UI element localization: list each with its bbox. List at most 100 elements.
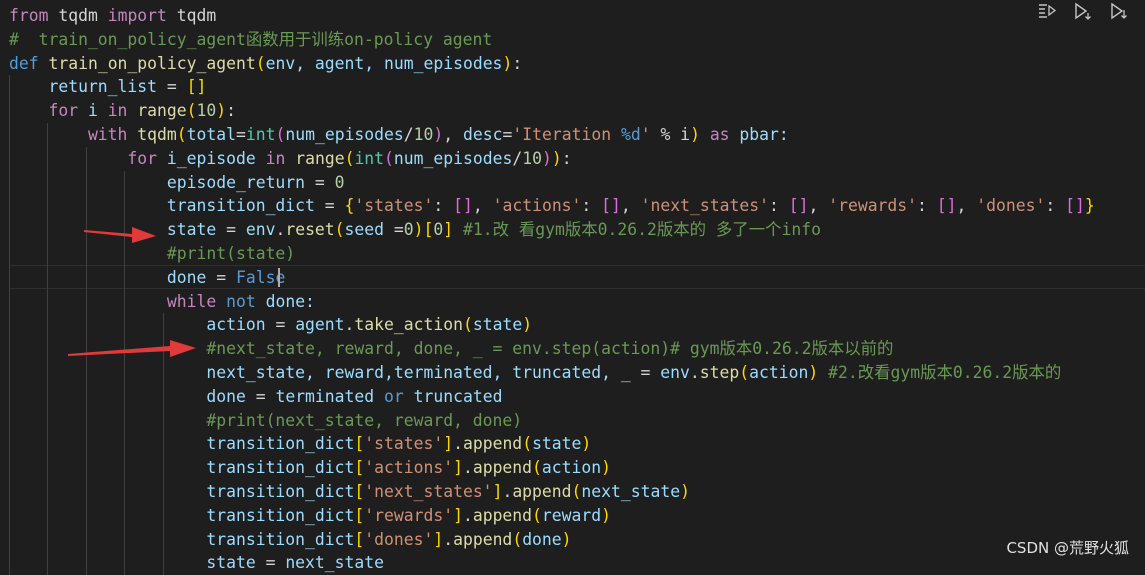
- code-token: =: [245, 386, 276, 406]
- annotation-arrow-2: [68, 340, 196, 357]
- code-editor[interactable]: from tqdm import tqdm # train_on_policy_a…: [0, 0, 1145, 575]
- execute-cell-icon: [1075, 2, 1091, 20]
- code-token: tqdm: [137, 125, 177, 144]
- code-token: ): [601, 458, 612, 478]
- code-line[interactable]: next_state, reward,terminated, truncated…: [9, 361, 1061, 385]
- code-token: =: [305, 172, 335, 192]
- code-token: done:: [255, 291, 315, 311]
- code-token: ): [502, 53, 513, 73]
- code-token: {: [344, 196, 355, 216]
- code-token: :: [226, 101, 237, 121]
- code-token: ,: [620, 196, 641, 216]
- watermark: CSDN @荒野火狐: [1006, 539, 1129, 557]
- code-line[interactable]: transition_dict['rewards'].append(reward…: [9, 504, 611, 528]
- code-line[interactable]: for i_episode in range(int(num_episodes/…: [9, 147, 571, 171]
- execute-below-button[interactable]: [1103, 0, 1135, 22]
- code-token: ): [551, 148, 562, 168]
- code-token: range: [295, 148, 345, 168]
- code-token: 'actions': [364, 458, 454, 478]
- code-token: }: [1084, 196, 1095, 216]
- cell-toolbar: [1031, 0, 1135, 22]
- code-token: in: [107, 101, 128, 121]
- code-line[interactable]: done = terminated or truncated: [9, 385, 502, 409]
- code-line[interactable]: transition_dict['next_states'].append(ne…: [9, 480, 690, 504]
- code-token: transition_dict: [9, 482, 355, 501]
- code-line[interactable]: transition_dict['dones'].append(done): [9, 528, 572, 552]
- code-token: .: [344, 315, 355, 335]
- code-token: append: [472, 458, 533, 478]
- text-cursor: [278, 268, 280, 287]
- code-line[interactable]: # train_on_policy_agent函数用于训练on-policy a…: [9, 28, 492, 52]
- code-token: transition_dict: [9, 434, 355, 454]
- code-token: (: [344, 148, 355, 168]
- code-token: =: [255, 553, 286, 573]
- code-token: 'next_states': [364, 482, 493, 501]
- code-line[interactable]: #print(state): [9, 242, 295, 266]
- code-token: num_episodes: [393, 148, 513, 168]
- code-token: =: [314, 196, 345, 216]
- code-token: (: [334, 220, 345, 240]
- code-token: range: [137, 101, 187, 121]
- code-token: next_state, reward,terminated, truncated…: [9, 363, 631, 382]
- code-token: as: [709, 125, 730, 144]
- code-line[interactable]: transition_dict = {'states': [], 'action…: [9, 194, 1095, 218]
- code-token: i: [78, 101, 108, 121]
- code-token: [: [423, 220, 434, 240]
- code-token: ]: [453, 505, 463, 525]
- code-line[interactable]: return_list = []: [9, 75, 206, 99]
- code-token: seed: [344, 220, 385, 240]
- code-token: append: [453, 529, 513, 549]
- execute-cell-button[interactable]: [1067, 0, 1099, 22]
- code-token: while: [9, 291, 217, 311]
- code-token: ): [561, 529, 572, 549]
- code-token: def: [9, 53, 39, 73]
- code-token: transition_dict: [9, 458, 355, 478]
- code-token: (: [532, 458, 542, 478]
- code-token: ]: [443, 434, 454, 454]
- code-line[interactable]: while not done:: [9, 290, 315, 314]
- run-by-line-button[interactable]: [1031, 0, 1063, 22]
- code-token: with: [9, 125, 128, 144]
- code-line[interactable]: with tqdm(total=int(num_episodes/10), de…: [9, 123, 789, 147]
- code-line[interactable]: transition_dict['states'].append(state): [9, 432, 591, 456]
- code-token: take_action: [354, 315, 463, 335]
- code-token: done: [9, 267, 207, 287]
- code-line[interactable]: action = agent.take_action(state): [9, 313, 532, 337]
- code-token: tqdm: [48, 6, 108, 25]
- code-line[interactable]: def train_on_policy_agent(env, agent, nu…: [9, 52, 522, 76]
- code-token: % i: [650, 125, 691, 144]
- code-line[interactable]: for i in range(10):: [9, 99, 236, 123]
- code-token: 'rewards': [364, 505, 454, 525]
- code-token: .: [453, 434, 463, 454]
- code-token: /: [403, 125, 414, 144]
- code-line[interactable]: done = False: [9, 266, 285, 290]
- code-token: state: [472, 315, 523, 335]
- code-token: [: [354, 482, 365, 501]
- code-token: 'states': [364, 434, 444, 454]
- code-token: :: [581, 196, 602, 216]
- code-token: ): [690, 125, 700, 144]
- code-line[interactable]: state = next_state: [9, 551, 384, 575]
- code-token: []: [788, 196, 809, 216]
- code-token: (: [176, 125, 187, 144]
- code-token: 10: [522, 148, 542, 168]
- code-token: 'Iteration: [512, 125, 621, 144]
- code-token: or: [384, 386, 404, 406]
- code-token: ]: [433, 529, 444, 549]
- code-token: #print(state): [9, 244, 296, 263]
- code-line[interactable]: episode_return = 0: [9, 171, 345, 195]
- code-line[interactable]: transition_dict['actions'].append(action…: [9, 456, 611, 480]
- code-token: ): [433, 125, 444, 144]
- code-token: /: [512, 148, 523, 168]
- code-token: ): [413, 220, 424, 240]
- code-line[interactable]: from tqdm import tqdm: [9, 4, 216, 28]
- code-line[interactable]: #print(next_state, reward, done): [9, 409, 522, 433]
- code-token: ,: [443, 125, 464, 144]
- code-token: truncated: [403, 386, 503, 406]
- annotation-arrow-1: [84, 227, 156, 243]
- code-token: =: [265, 315, 296, 335]
